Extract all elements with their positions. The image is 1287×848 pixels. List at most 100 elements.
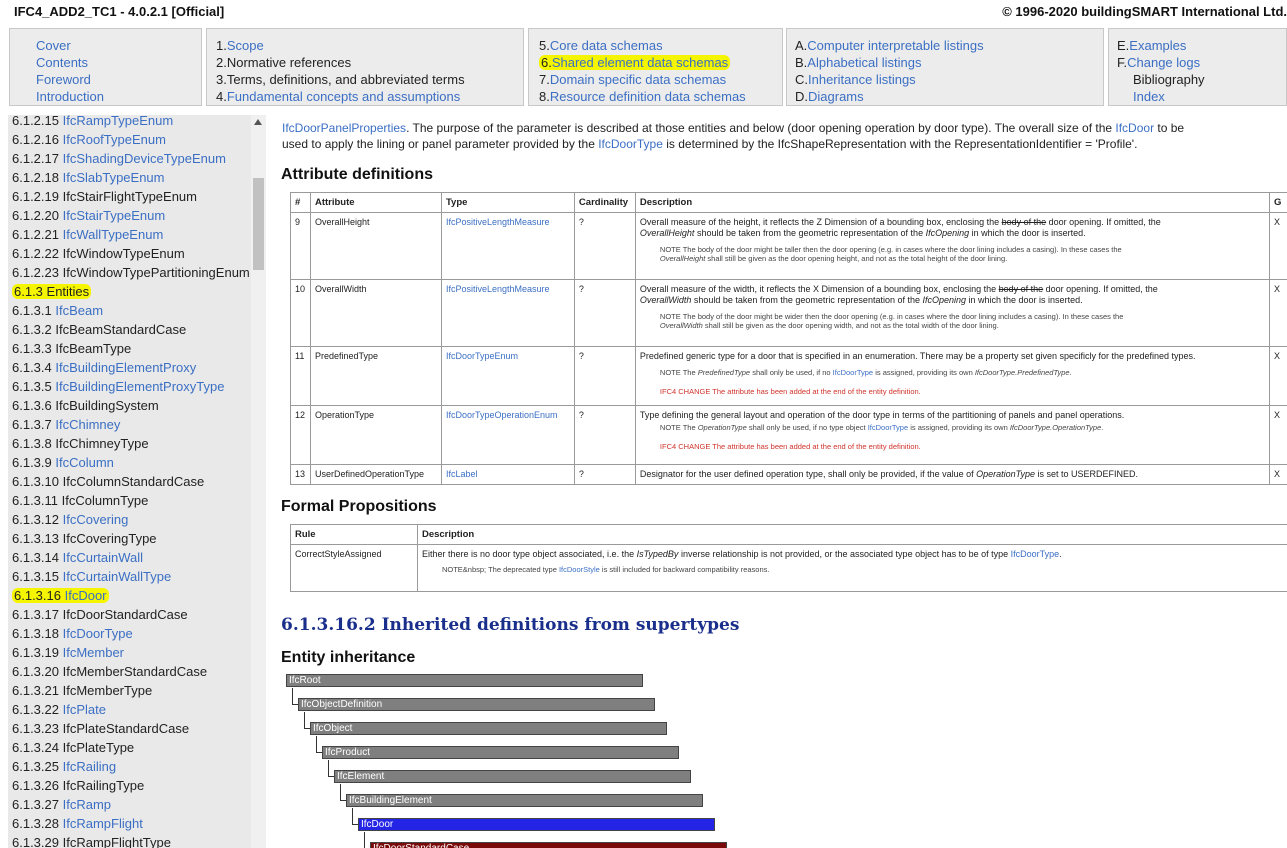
sidebar-item[interactable]: 6.1.3.13 IfcCoveringType bbox=[12, 529, 157, 548]
sidebar-item[interactable]: 6.1.3 Entities bbox=[12, 282, 92, 301]
link-ifcdoorpanelproperties[interactable]: IfcDoorPanelProperties bbox=[282, 121, 406, 135]
nav-link-diagrams[interactable]: Diagrams bbox=[808, 89, 864, 104]
sidebar-item[interactable]: 6.1.3.24 IfcPlateType bbox=[12, 738, 134, 757]
sidebar-item-label[interactable]: IfcCovering bbox=[63, 512, 129, 527]
nav-link-introduction[interactable]: Introduction bbox=[36, 89, 104, 104]
sidebar-item[interactable]: 6.1.3.8 IfcChimneyType bbox=[12, 434, 149, 453]
cell-type-link[interactable]: IfcLabel bbox=[446, 469, 478, 479]
sidebar-item[interactable]: 6.1.3.12 IfcCovering bbox=[12, 510, 128, 529]
nav-link-cover[interactable]: Cover bbox=[36, 38, 71, 53]
nav-link-contents[interactable]: Contents bbox=[36, 55, 88, 70]
sidebar-item[interactable]: 6.1.3.17 IfcDoorStandardCase bbox=[12, 605, 188, 624]
sidebar-item-label[interactable]: IfcMember bbox=[63, 645, 124, 660]
sidebar-item[interactable]: 6.1.3.22 IfcPlate bbox=[12, 700, 106, 719]
sidebar-item[interactable]: 6.1.3.26 IfcRailingType bbox=[12, 776, 144, 795]
inheritance-node[interactable]: IfcElement bbox=[334, 770, 691, 783]
sidebar-item[interactable]: 6.1.3.27 IfcRamp bbox=[12, 795, 111, 814]
sidebar-item-label[interactable]: IfcRampTypeEnum bbox=[63, 115, 174, 128]
sidebar-item[interactable]: 6.1.2.22 IfcWindowTypeEnum bbox=[12, 244, 185, 263]
sidebar-item[interactable]: 6.1.2.16 IfcRoofTypeEnum bbox=[12, 130, 166, 149]
inheritance-node[interactable]: IfcObject bbox=[310, 722, 667, 735]
sidebar-item-label[interactable]: IfcCurtainWallType bbox=[63, 569, 172, 584]
sidebar-item[interactable]: 6.1.3.21 IfcMemberType bbox=[12, 681, 152, 700]
sidebar-item[interactable]: 6.1.2.17 IfcShadingDeviceTypeEnum bbox=[12, 149, 226, 168]
nav-link-scope[interactable]: Scope bbox=[227, 38, 264, 53]
sidebar-item[interactable]: 6.1.3.1 IfcBeam bbox=[12, 301, 103, 320]
nav-link-resource-schemas[interactable]: Resource definition data schemas bbox=[550, 89, 746, 104]
sidebar-item[interactable]: 6.1.2.15 IfcRampTypeEnum bbox=[12, 115, 173, 130]
sidebar-item[interactable]: 6.1.3.6 IfcBuildingSystem bbox=[12, 396, 159, 415]
sidebar-item[interactable]: 6.1.3.15 IfcCurtainWallType bbox=[12, 567, 171, 586]
nav-link-foreword[interactable]: Foreword bbox=[36, 72, 91, 87]
link-ifcdoorstyle[interactable]: IfcDoorStyle bbox=[559, 565, 600, 574]
sidebar-item-label[interactable]: IfcCurtainWall bbox=[63, 550, 143, 565]
nav-link-inheritance-listings[interactable]: Inheritance listings bbox=[808, 72, 916, 87]
sidebar-item[interactable]: 6.1.3.9 IfcColumn bbox=[12, 453, 114, 472]
sidebar-item-label[interactable]: IfcPlate bbox=[63, 702, 106, 717]
nav-link-computer-listings[interactable]: Computer interpretable listings bbox=[807, 38, 983, 53]
sidebar-item-label[interactable]: IfcRamp bbox=[63, 797, 111, 812]
sidebar-item-label[interactable]: IfcChimney bbox=[55, 417, 120, 432]
sidebar-item-label[interactable]: IfcDoorType bbox=[63, 626, 133, 641]
link-ifcdoor[interactable]: IfcDoor bbox=[1115, 121, 1154, 135]
sidebar-item[interactable]: 6.1.3.20 IfcMemberStandardCase bbox=[12, 662, 207, 681]
sidebar-item[interactable]: 6.1.3.19 IfcMember bbox=[12, 643, 124, 662]
sidebar-item[interactable]: 6.1.3.11 IfcColumnType bbox=[12, 491, 148, 510]
inheritance-node[interactable]: IfcRoot bbox=[286, 674, 643, 687]
inheritance-node[interactable]: IfcDoor bbox=[358, 818, 715, 831]
cell-type-link[interactable]: IfcPositiveLengthMeasure bbox=[446, 284, 550, 294]
sidebar-item[interactable]: 6.1.3.14 IfcCurtainWall bbox=[12, 548, 143, 567]
sidebar-item[interactable]: 6.1.3.29 IfcRampFlightType bbox=[12, 833, 171, 848]
cell-type-link[interactable]: IfcDoorTypeEnum bbox=[446, 351, 518, 361]
nav-link-shared-element-schemas[interactable]: Shared element data schemas bbox=[552, 55, 728, 70]
inheritance-node[interactable]: IfcDoorStandardCase bbox=[370, 842, 727, 848]
note-link[interactable]: IfcDoorType bbox=[833, 368, 873, 377]
cell-type-link[interactable]: IfcDoorTypeOperationEnum bbox=[446, 410, 558, 420]
nav-link-fundamental-concepts[interactable]: Fundamental concepts and assumptions bbox=[227, 89, 460, 104]
sidebar-item-label[interactable]: IfcRampFlight bbox=[63, 816, 143, 831]
sidebar-item[interactable]: 6.1.3.16 IfcDoor bbox=[12, 586, 109, 605]
scroll-up-arrow-icon[interactable] bbox=[254, 119, 262, 125]
nav-link-index[interactable]: Index bbox=[1133, 89, 1165, 104]
nav-link-examples[interactable]: Examples bbox=[1129, 38, 1186, 53]
sidebar-item-label[interactable]: IfcBuildingElementProxy bbox=[55, 360, 196, 375]
inheritance-node[interactable]: IfcBuildingElement bbox=[346, 794, 703, 807]
sidebar-item-label[interactable]: IfcRoofTypeEnum bbox=[63, 132, 166, 147]
link-ifcdoortype[interactable]: IfcDoorType bbox=[1011, 549, 1060, 559]
sidebar-item[interactable]: 6.1.3.23 IfcPlateStandardCase bbox=[12, 719, 189, 738]
sidebar-item[interactable]: 6.1.3.3 IfcBeamType bbox=[12, 339, 131, 358]
nav-link-domain-schemas[interactable]: Domain specific data schemas bbox=[550, 72, 726, 87]
sidebar-item[interactable]: 6.1.2.23 IfcWindowTypePartitioningEnum bbox=[12, 263, 250, 282]
inheritance-node[interactable]: IfcObjectDefinition bbox=[298, 698, 655, 711]
sidebar-item[interactable]: 6.1.3.7 IfcChimney bbox=[12, 415, 120, 434]
sidebar-item-label[interactable]: IfcBuildingElementProxyType bbox=[55, 379, 224, 394]
nav-link-alphabetical-listings[interactable]: Alphabetical listings bbox=[807, 55, 921, 70]
sidebar-item-label[interactable]: IfcColumn bbox=[55, 455, 114, 470]
sidebar-item[interactable]: 6.1.3.4 IfcBuildingElementProxy bbox=[12, 358, 196, 377]
sidebar-item[interactable]: 6.1.3.2 IfcBeamStandardCase bbox=[12, 320, 186, 339]
sidebar-item-label[interactable]: IfcDoor bbox=[65, 588, 107, 603]
sidebar-item-label[interactable]: IfcWallTypeEnum bbox=[63, 227, 164, 242]
nav-link-change-logs[interactable]: Change logs bbox=[1127, 55, 1200, 70]
sidebar-item[interactable]: 6.1.2.20 IfcStairTypeEnum bbox=[12, 206, 165, 225]
link-ifcdoortype[interactable]: IfcDoorType bbox=[598, 137, 663, 151]
nav-link-core-schemas[interactable]: Core data schemas bbox=[550, 38, 663, 53]
sidebar-item[interactable]: 6.1.3.25 IfcRailing bbox=[12, 757, 116, 776]
toc-sidebar[interactable]: 6.1.2.15 IfcRampTypeEnum 6.1.2.16 IfcRoof… bbox=[8, 115, 266, 848]
sidebar-item[interactable]: 6.1.3.10 IfcColumnStandardCase bbox=[12, 472, 204, 491]
sidebar-item-label[interactable]: IfcBeam bbox=[55, 303, 103, 318]
sidebar-item[interactable]: 6.1.2.21 IfcWallTypeEnum bbox=[12, 225, 163, 244]
sidebar-item-label[interactable]: IfcStairTypeEnum bbox=[63, 208, 166, 223]
inheritance-node[interactable]: IfcProduct bbox=[322, 746, 679, 759]
sidebar-item[interactable]: 6.1.3.5 IfcBuildingElementProxyType bbox=[12, 377, 224, 396]
sidebar-item[interactable]: 6.1.3.28 IfcRampFlight bbox=[12, 814, 143, 833]
note-link[interactable]: IfcDoorType bbox=[868, 423, 908, 432]
sidebar-item-label[interactable]: IfcShadingDeviceTypeEnum bbox=[63, 151, 226, 166]
sidebar-item-label[interactable]: IfcSlabTypeEnum bbox=[63, 170, 165, 185]
sidebar-item-label[interactable]: IfcRailing bbox=[63, 759, 116, 774]
cell-type-link[interactable]: IfcPositiveLengthMeasure bbox=[446, 217, 550, 227]
sidebar-item[interactable]: 6.1.2.19 IfcStairFlightTypeEnum bbox=[12, 187, 197, 206]
sidebar-item[interactable]: 6.1.3.18 IfcDoorType bbox=[12, 624, 133, 643]
sidebar-item[interactable]: 6.1.2.18 IfcSlabTypeEnum bbox=[12, 168, 165, 187]
scrollbar-thumb[interactable] bbox=[253, 178, 264, 270]
